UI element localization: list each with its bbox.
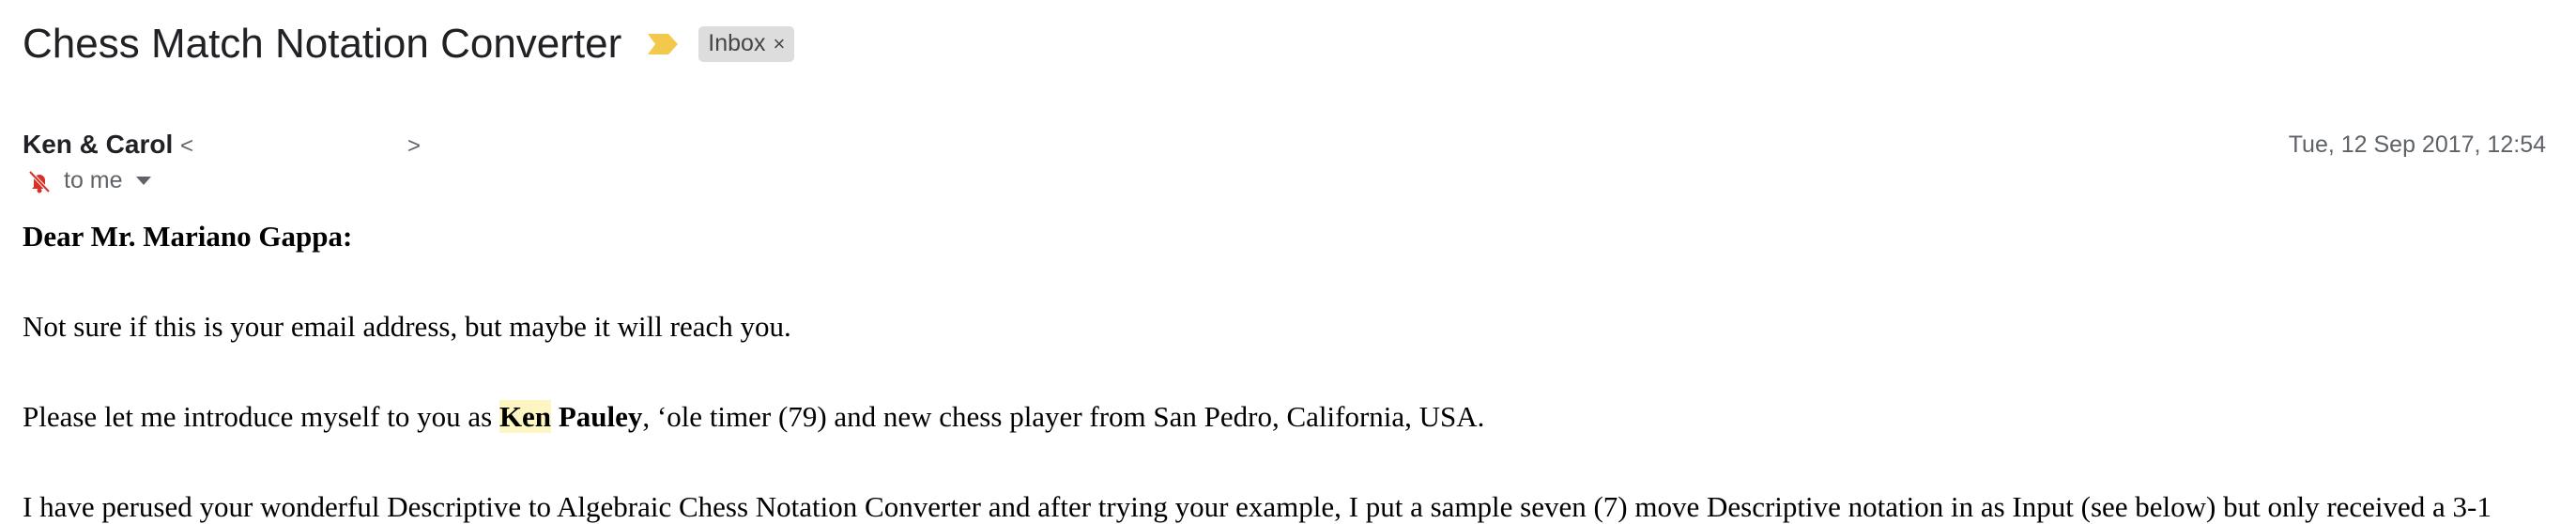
sender-row: Ken & Carol < > bbox=[23, 130, 421, 160]
highlighted-name: Ken bbox=[498, 400, 552, 433]
sender-name[interactable]: Ken & Carol bbox=[23, 130, 173, 159]
email-paragraph-3: I have perused your wonderful Descriptiv… bbox=[23, 490, 2492, 523]
importance-marker-icon[interactable] bbox=[646, 32, 680, 56]
email-paragraph-1: Not sure if this is your email address, … bbox=[23, 310, 791, 343]
subject-row: Chess Match Notation Converter Inbox × bbox=[23, 21, 795, 68]
email-greeting: Dear Mr. Mariano Gappa: bbox=[23, 220, 353, 253]
inbox-label-chip[interactable]: Inbox × bbox=[698, 26, 795, 62]
email-date: Tue, 12 Sep 2017, 12:54 bbox=[2288, 131, 2546, 158]
sender-email-close: > bbox=[407, 133, 422, 159]
sender-email: < > bbox=[180, 133, 421, 159]
email-paragraph-2: Please let me introduce myself to you as… bbox=[23, 400, 1484, 434]
remove-label-icon[interactable]: × bbox=[773, 32, 785, 56]
caret-down-icon[interactable] bbox=[135, 177, 151, 185]
email-subject: Chess Match Notation Converter bbox=[23, 21, 622, 67]
sender-email-open: < bbox=[180, 133, 194, 159]
muted-notifications-icon bbox=[28, 170, 51, 193]
p2-start: Please let me introduce myself to you as bbox=[23, 400, 499, 433]
inbox-label-text: Inbox bbox=[708, 30, 766, 56]
recipient-label: to me bbox=[64, 167, 123, 193]
bold-surname: Pauley bbox=[551, 400, 643, 433]
p2-end: , ‘ole timer (79) and new chess player f… bbox=[642, 400, 1485, 433]
recipient-row[interactable]: to me bbox=[26, 167, 151, 194]
